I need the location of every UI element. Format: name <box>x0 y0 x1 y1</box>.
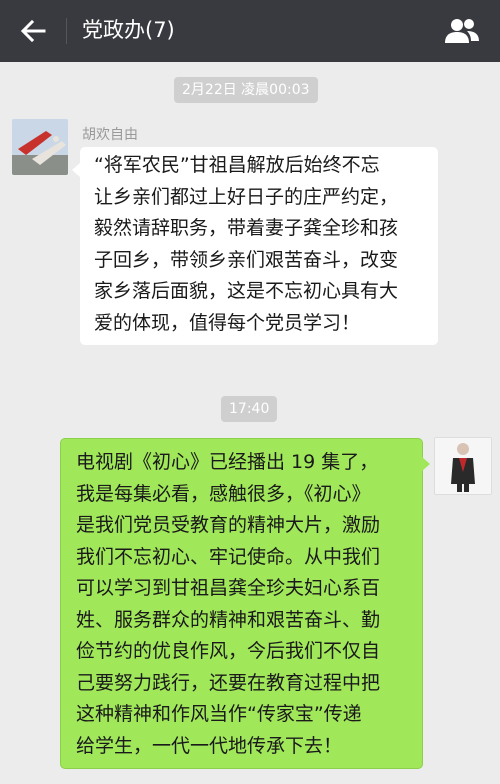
avatar-image <box>12 119 68 175</box>
message-text: “将军农民”甘祖昌解放后始终不忘 让乡亲们都过上好日子的庄严约定， 毅然请辞职务… <box>94 154 399 334</box>
back-button[interactable] <box>14 12 54 50</box>
top-bar: 党政办(7) <box>0 0 500 62</box>
sender-avatar[interactable] <box>12 119 68 175</box>
avatar-image <box>435 438 491 494</box>
arrow-left-icon <box>20 19 46 43</box>
message-bubble-incoming[interactable]: “将军农民”甘祖昌解放后始终不忘 让乡亲们都过上好日子的庄严约定， 毅然请辞职务… <box>72 147 438 345</box>
timestamp-label: 2月22日 凌晨00:03 <box>174 77 318 103</box>
timestamp-label: 17:40 <box>221 396 278 422</box>
chat-title: 党政办(7) <box>82 18 175 42</box>
own-avatar[interactable] <box>434 437 492 495</box>
group-info-button[interactable] <box>442 14 482 48</box>
group-members-icon <box>445 19 479 43</box>
header-divider <box>66 18 67 44</box>
sender-name: 胡欢自由 <box>82 127 138 143</box>
message-text: 电视剧《初心》已经播出 19 集了， 我是每集必看，感触很多，《初心》 是我们党… <box>76 451 381 757</box>
message-bubble-outgoing[interactable]: 电视剧《初心》已经播出 19 集了， 我是每集必看，感触很多，《初心》 是我们党… <box>60 438 430 769</box>
